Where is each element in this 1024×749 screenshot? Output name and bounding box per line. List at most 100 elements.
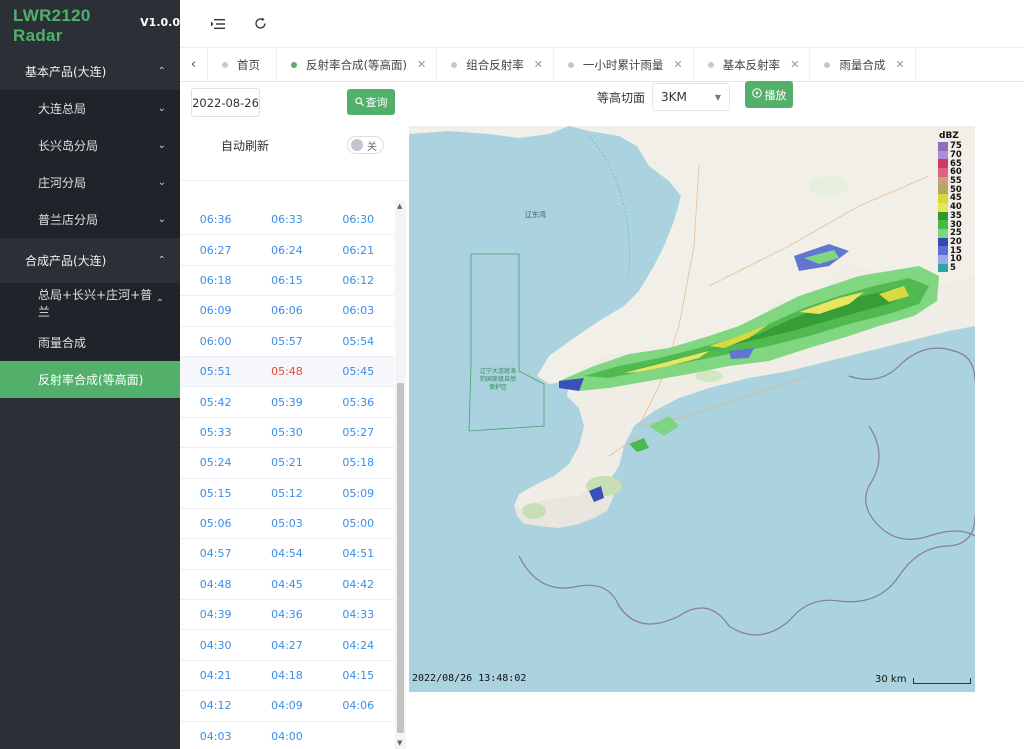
time-option[interactable]: 04:27 [251,630,322,659]
time-option[interactable]: 04:21 [180,661,251,690]
scroll-thumb[interactable] [397,383,404,733]
time-option[interactable]: 05:06 [180,509,251,538]
time-option[interactable]: 04:39 [180,600,251,629]
close-icon[interactable]: ✕ [790,58,799,71]
time-option[interactable]: 05:15 [180,479,251,508]
time-option[interactable]: 06:33 [251,205,322,234]
time-option[interactable]: 05:45 [323,357,394,386]
time-option[interactable]: 06:36 [180,205,251,234]
time-option[interactable]: 05:57 [251,327,322,356]
time-option[interactable]: 05:51 [180,357,251,386]
time-option[interactable]: 05:54 [323,327,394,356]
time-option[interactable]: 06:21 [323,235,394,264]
menu-group-basic[interactable]: 基本产品(大连) ⌃ [0,52,180,90]
time-option[interactable]: 05:42 [180,387,251,416]
time-option[interactable]: 06:00 [180,327,251,356]
close-icon[interactable]: ✕ [673,58,682,71]
time-option[interactable]: 04:54 [251,539,322,568]
sidebar-item-dalian-main[interactable]: 大连总局 ⌄ [0,90,180,127]
query-button[interactable]: 查询 [347,89,395,115]
time-option[interactable]: 05:39 [251,387,322,416]
tab-hourly-rain[interactable]: 一小时累计雨量 ✕ [554,48,694,81]
menu-collapse-icon[interactable] [208,14,228,34]
time-option[interactable]: 06:09 [180,296,251,325]
time-option[interactable]: 05:30 [251,418,322,447]
time-option[interactable]: 04:33 [323,600,394,629]
close-icon[interactable]: ✕ [417,58,426,71]
time-row: 04:12 04:09 04:06 [180,691,394,722]
time-list-scrollbar[interactable]: ▲ ▼ [395,200,406,749]
chevron-down-icon: ⌄ [157,177,166,188]
tab-base-reflectivity[interactable]: 基本反射率 ✕ [694,48,811,81]
time-option[interactable]: 05:36 [323,387,394,416]
time-option[interactable]: 04:18 [251,661,322,690]
time-option[interactable]: 04:15 [323,661,394,690]
time-option[interactable]: 04:42 [323,570,394,599]
time-option[interactable]: 04:06 [323,691,394,720]
sidebar-item-zhuanghe[interactable]: 庄河分局 ⌄ [0,164,180,201]
time-option[interactable]: 06:15 [251,266,322,295]
time-option[interactable]: 04:51 [323,539,394,568]
play-button[interactable]: 播放 [745,81,793,108]
sidebar-item-all-stations[interactable]: 总局+长兴+庄河+普兰 ⌃ [0,283,180,323]
time-option[interactable]: 04:00 [251,722,322,749]
time-row: 06:27 06:24 06:21 [180,235,394,266]
time-option[interactable]: 05:48 [251,357,322,386]
sidebar-item-changxingdao[interactable]: 长兴岛分局 ⌄ [0,127,180,164]
time-option[interactable]: 04:12 [180,691,251,720]
time-option[interactable]: 04:24 [323,630,394,659]
tab-reflectivity-cappi[interactable]: 反射率合成(等高面) ✕ [277,48,438,81]
tab-scroll-left-icon[interactable]: ‹ [180,48,208,81]
sidebar-item-reflectivity-cappi[interactable]: 反射率合成(等高面) [0,361,180,398]
tab-composite-reflectivity[interactable]: 组合反射率 ✕ [437,48,554,81]
tab-rain-composite[interactable]: 雨量合成 ✕ [810,48,916,81]
sidebar-item-pulandian[interactable]: 普兰店分局 ⌄ [0,201,180,238]
date-picker[interactable]: 2022-08-26 [191,88,260,117]
time-option[interactable]: 06:12 [323,266,394,295]
time-option[interactable]: 04:36 [251,600,322,629]
scroll-up-icon[interactable]: ▲ [397,202,402,210]
time-option[interactable]: 05:27 [323,418,394,447]
map-timestamp: 2022/08/26 13:48:02 [412,673,527,684]
time-option[interactable]: 06:18 [180,266,251,295]
time-option[interactable]: 06:30 [323,205,394,234]
time-option[interactable]: 06:27 [180,235,251,264]
menu-group-composite[interactable]: 合成产品(大连) ⌃ [0,238,180,283]
app-title: LWR2120 Radar [13,6,91,45]
time-row: 06:36 06:33 06:30 [180,205,394,236]
time-row: 04:57 04:54 04:51 [180,539,394,570]
sidebar-item-label: 大连总局 [38,102,87,116]
legend-label: 5 [950,262,956,273]
time-option[interactable]: 05:12 [251,479,322,508]
radar-map[interactable] [409,126,975,692]
time-option[interactable]: 05:09 [323,479,394,508]
time-option[interactable]: 05:03 [251,509,322,538]
time-option[interactable]: 04:03 [180,722,251,749]
time-option[interactable]: 04:48 [180,570,251,599]
time-option[interactable]: 05:33 [180,418,251,447]
refresh-icon[interactable] [250,14,270,34]
layer-select[interactable]: 3KM ▼ [652,83,730,111]
time-option[interactable]: 06:03 [323,296,394,325]
sidebar-item-rain-composite[interactable]: 雨量合成 [0,323,180,361]
time-option[interactable]: 06:06 [251,296,322,325]
time-option[interactable]: 05:00 [323,509,394,538]
close-icon[interactable]: ✕ [895,58,904,71]
play-button-label: 播放 [764,88,787,102]
tab-label: 基本反射率 [722,57,781,72]
time-option[interactable]: 04:30 [180,630,251,659]
time-option[interactable]: 04:09 [251,691,322,720]
time-option[interactable]: 04:45 [251,570,322,599]
time-option[interactable]: 05:21 [251,448,322,477]
time-option[interactable]: 06:24 [251,235,322,264]
search-icon [354,96,364,109]
time-option[interactable]: 04:57 [180,539,251,568]
scroll-down-icon[interactable]: ▼ [397,739,402,747]
tab-home[interactable]: 首页 [208,48,277,81]
time-option[interactable]: 05:24 [180,448,251,477]
chevron-up-icon: ⌃ [157,65,166,77]
sidebar: LWR2120 Radar V1.0.0 基本产品(大连) ⌃ 大连总局 ⌄ 长… [0,0,180,749]
time-option[interactable]: 05:18 [323,448,394,477]
auto-refresh-toggle[interactable]: 关 [347,136,384,154]
close-icon[interactable]: ✕ [534,58,543,71]
